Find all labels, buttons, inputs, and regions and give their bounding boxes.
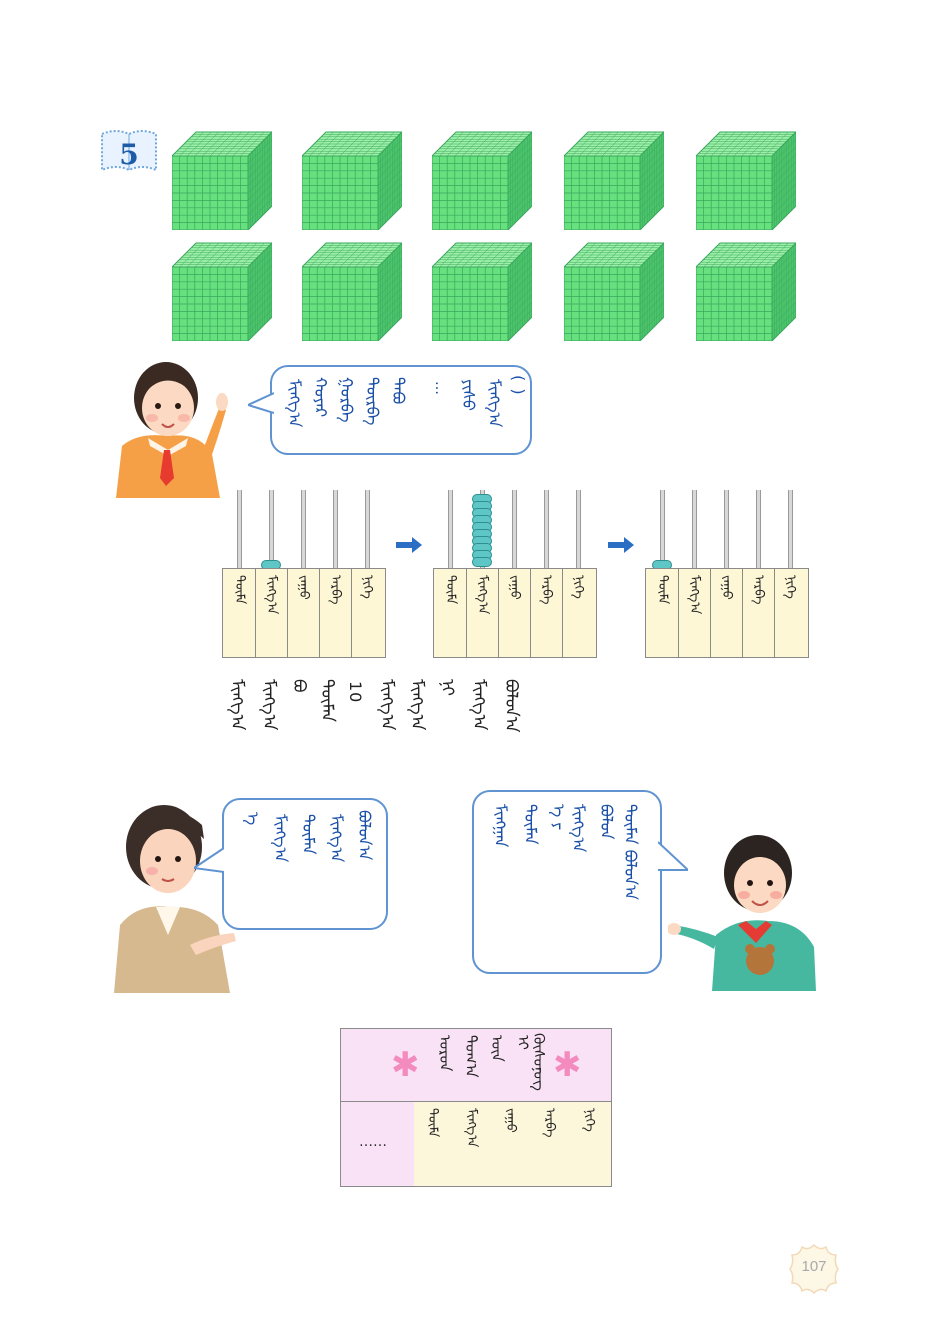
thousand-cube — [564, 131, 664, 230]
abacus-caption: ᠮᠢᠩᠭ᠎ᠠ ᠮᠢᠩᠭ᠎ᠠ ᠪᠣ ᠲᠦᠮᠡᠨ 10 ᠮᠢᠩᠭ᠎ᠠ ᠮᠢᠩᠭ᠎ᠠ … — [227, 679, 521, 733]
thousand-cube — [302, 131, 402, 230]
thousand-cube — [696, 242, 796, 341]
exercise-badge: 5 — [98, 128, 160, 176]
thousand-cube — [432, 131, 532, 230]
thousand-cube — [432, 242, 532, 341]
asterisk-icon: ✱ — [553, 1045, 582, 1085]
ellipsis-text: …… — [359, 1134, 387, 1150]
asterisk-icon: ✱ — [391, 1045, 420, 1085]
teacher-illustration — [110, 795, 240, 993]
page-number-badge: 107 — [788, 1243, 840, 1295]
boy-speech-bubble: ᠮᠢᠩᠭᠠᠨ ᠲᠦᠮᠡᠨ ᠡ ᠶ ᠮᠢᠩᠭ᠎ᠠ ᠪᠣᠯᠤᠨ ᠲᠦᠮᠡᠨ ᠪᠣᠯᠤ… — [472, 790, 688, 974]
page-number: 107 — [801, 1258, 827, 1275]
girl-speech-bubble: ᠮᠢᠩᠭ᠎ᠠ ᠬᠣᠶᠠᠷ ᠭᠤᠷᠪᠠ ᠳᠥᠷᠪᠡ ᠲᠠᠪᠤ … ᠶᠢᠰᠦ ᠮᠢᠩ… — [248, 365, 532, 455]
caption-number: 10 — [346, 681, 365, 704]
thousand-cube — [172, 131, 272, 230]
speech-tail — [194, 847, 224, 873]
place-value-table: ✱ ᠣᠷᠤᠨ ᠲᠣᠭ᠎ᠠ ᠦᠨ ᠢ ᠬᠦᠰᠦᠨᠦᠭ ✱ …… ᠲᠦᠮᠡ ᠮᠢᠩᠭ… — [340, 1028, 612, 1187]
boy-illustration — [667, 825, 818, 991]
speech-tail — [248, 392, 274, 414]
abacus-ten-hundreds: ᠲᠦᠮᠡ ᠮᠢᠩᠭ᠎ᠠ ᠵᠠᠭᠤ ᠠᠷᠪᠠ ᠨᠢᠭᠡ — [433, 490, 597, 660]
thousand-cube — [302, 242, 402, 341]
abacus-ten-thousand: ᠲᠦᠮᠡ ᠮᠢᠩᠭ᠎ᠠ ᠵᠠᠭᠤ ᠠᠷᠪᠠ ᠨᠢᠭᠡ — [645, 490, 809, 660]
place-value-table-header: ✱ ᠣᠷᠤᠨ ᠲᠣᠭ᠎ᠠ ᠦᠨ ᠢ ᠬᠦᠰᠦᠨᠦᠭ ✱ — [341, 1029, 611, 1102]
thousand-cube — [564, 242, 664, 341]
teacher-speech-bubble: ᠡ ᠮᠢᠩᠭ᠎ᠠ ᠲᠦᠮᠡᠨ ᠮᠢᠩᠭ᠎ᠠ ᠪᠣᠯᠤᠨ᠎ᠠ — [194, 798, 388, 930]
exercise-number: 5 — [119, 138, 139, 171]
abacus-one-thousand: ᠲᠦᠮᠡ ᠮᠢᠩᠭ᠎ᠠ ᠵᠠᠭᠤ ᠠᠷᠪᠠ ᠨᠢᠭᠡ — [222, 490, 386, 660]
arrow-right-icon — [608, 537, 634, 553]
arrow-right-icon — [396, 537, 422, 553]
girl-illustration — [108, 346, 228, 498]
abacus-bead — [472, 557, 492, 567]
thousand-cube — [696, 131, 796, 230]
ellipsis-text: … — [432, 381, 448, 395]
thousand-cube — [172, 242, 272, 341]
